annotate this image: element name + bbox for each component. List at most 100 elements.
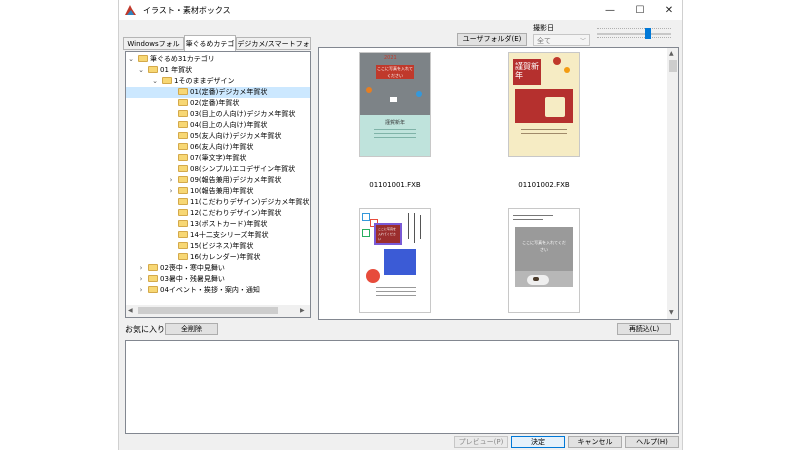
thumbnail-greeting: 謹賀新年 (384, 120, 405, 126)
chevron-right-icon[interactable]: › (167, 186, 175, 197)
folder-icon (138, 55, 148, 62)
tree-item-label: 13(ポストカード)年賀状 (190, 220, 268, 228)
tree-item[interactable]: 13(ポストカード)年賀状 (126, 219, 310, 230)
tree-item-label: 筆ぐるめ31カテゴリ (150, 55, 215, 63)
tree-item[interactable]: ⌄ 筆ぐるめ31カテゴリ (126, 54, 310, 65)
ok-button[interactable]: 決定 (511, 436, 565, 448)
folder-icon (178, 121, 188, 128)
chevron-right-icon[interactable]: › (137, 274, 145, 285)
tree-item[interactable]: 16(カレンダー)年賀状 (126, 252, 310, 263)
thumbnail-caption: 01101002.FXB (518, 181, 570, 189)
folder-icon (178, 198, 188, 205)
user-folder-button[interactable]: ユーザフォルダ(E) (457, 33, 527, 46)
chevron-down-icon[interactable]: ⌄ (151, 76, 159, 87)
chevron-right-icon[interactable]: › (167, 175, 175, 186)
tree-item-label: 05(友人向け)デジカメ年賀状 (190, 132, 282, 140)
date-select-value: 全て (537, 37, 551, 45)
cancel-button[interactable]: キャンセル (568, 436, 622, 448)
tree-item-label: 03(目上の人向け)デジカメ年賀状 (190, 110, 296, 118)
folder-icon (148, 264, 158, 271)
tree-item-label: 04(目上の人向け)年賀状 (190, 121, 268, 129)
minimize-button[interactable]: — (595, 0, 625, 20)
category-tree: ⌄ 筆ぐるめ31カテゴリ ⌄ 01 年賀状 ⌄ 1そのままデザイン 01(定番)デジカメ年賀… (125, 51, 311, 318)
tree-item-label: 10(報告兼用)年賀状 (190, 187, 254, 195)
scroll-up-icon[interactable]: ▲ (669, 50, 674, 57)
tree-item-label: 12(こだわりデザイン)年賀状 (190, 209, 282, 217)
folder-icon (178, 253, 188, 260)
chevron-down-icon[interactable]: ⌄ (137, 65, 145, 76)
tree-item-label: 1そのままデザイン (174, 77, 235, 85)
thumbnail-year: 2021 (384, 55, 397, 61)
tree-item[interactable]: › 02喪中・寒中見舞い (126, 263, 310, 274)
reload-button[interactable]: 再読込(L) (617, 323, 671, 335)
thumbnail-card[interactable]: ここに写真を入れてください (508, 208, 580, 313)
tree-item-label: 03暑中・残暑見舞い (160, 275, 225, 283)
tree-item[interactable]: 02(定番)年賀状 (126, 98, 310, 109)
scroll-right-icon[interactable]: ▶ (300, 307, 305, 314)
photo-placeholder-text: ここに写真を入れてください (376, 65, 414, 79)
maximize-button[interactable]: ☐ (625, 0, 655, 20)
tree-item[interactable]: 04(目上の人向け)年賀状 (126, 120, 310, 131)
tree-item[interactable]: 01(定番)デジカメ年賀状 (126, 87, 310, 98)
tree-item-label: 04イベント・挨拶・案内・通知 (160, 286, 260, 294)
tree-item[interactable]: 15(ビジネス)年賀状 (126, 241, 310, 252)
title-bar: イラスト・素材ボックス — ☐ ✕ (119, 0, 682, 20)
tree-item[interactable]: › 04イベント・挨拶・案内・通知 (126, 285, 310, 296)
tree-item-label: 01(定番)デジカメ年賀状 (190, 88, 268, 96)
tree-item[interactable]: 06(友人向け)年賀状 (126, 142, 310, 153)
thumbnail-vertical-scrollbar[interactable]: ▲ ▼ (667, 48, 678, 319)
tree-horizontal-scrollbar[interactable]: ◀ ▶ (126, 305, 310, 317)
tree-item[interactable]: 05(友人向け)デジカメ年賀状 (126, 131, 310, 142)
date-label: 撮影日 (533, 24, 554, 32)
tree-item-label: 08(シンプル)エコデザイン年賀状 (190, 165, 296, 173)
folder-icon (178, 99, 188, 106)
date-select[interactable]: 全て ﹀ (533, 34, 590, 46)
thumbnail-card[interactable]: 謹賀新年 (508, 52, 580, 157)
preview-button[interactable]: プレビュー(P) (454, 436, 508, 448)
tree-item[interactable]: 07(筆文字)年賀状 (126, 153, 310, 164)
tree-item[interactable]: 14十二支シリーズ年賀状 (126, 230, 310, 241)
chevron-right-icon[interactable]: › (137, 263, 145, 274)
folder-icon (178, 187, 188, 194)
scroll-down-icon[interactable]: ▼ (669, 309, 674, 316)
close-button[interactable]: ✕ (654, 0, 682, 20)
help-button[interactable]: ヘルプ(H) (625, 436, 679, 448)
tree-item-label: 16(カレンダー)年賀状 (190, 253, 261, 261)
tree-item-label: 14十二支シリーズ年賀状 (190, 231, 269, 239)
thumbnail-size-slider[interactable] (597, 25, 671, 39)
tree-item[interactable]: ⌄ 1そのままデザイン (126, 76, 310, 87)
thumbnail-card[interactable]: ここに写真を入れてください (359, 208, 431, 313)
folder-icon (162, 77, 172, 84)
app-window: イラスト・素材ボックス — ☐ ✕ Windowsフォルダ 筆ぐるめカテゴリ デ… (118, 0, 683, 450)
folder-icon (178, 220, 188, 227)
tree-item[interactable]: › 10(報告兼用)年賀状 (126, 186, 310, 197)
tree-item[interactable]: › 03暑中・残暑見舞い (126, 274, 310, 285)
chevron-right-icon[interactable]: › (137, 285, 145, 296)
tree-item-label: 06(友人向け)年賀状 (190, 143, 254, 151)
thumbnail-card[interactable]: 2021 ここに写真を入れてください 謹賀新年 (359, 52, 431, 157)
folder-icon (178, 209, 188, 216)
folder-icon (178, 231, 188, 238)
tree-item[interactable]: 08(シンプル)エコデザイン年賀状 (126, 164, 310, 175)
favorites-list[interactable] (125, 340, 679, 434)
tree-item[interactable]: ⌄ 01 年賀状 (126, 65, 310, 76)
scrollbar-thumb[interactable] (669, 60, 677, 72)
scroll-left-icon[interactable]: ◀ (128, 307, 133, 314)
chevron-down-icon: ﹀ (579, 38, 586, 45)
folder-icon (178, 176, 188, 183)
scrollbar-thumb[interactable] (138, 307, 278, 314)
tree-item[interactable]: › 09(報告兼用)デジカメ年賀状 (126, 175, 310, 186)
maximize-icon: ☐ (635, 4, 645, 16)
tree-item[interactable]: 11(こだわりデザイン)デジカメ年賀状 (126, 197, 310, 208)
clear-all-button[interactable]: 全削除 (165, 323, 218, 335)
thumbnail-grid: 2021 ここに写真を入れてください 謹賀新年 01101001.FXB 謹賀新… (318, 47, 679, 320)
slider-thumb[interactable] (645, 28, 651, 39)
tree-item[interactable]: 12(こだわりデザイン)年賀状 (126, 208, 310, 219)
folder-icon (148, 286, 158, 293)
tab-fudegurume-category[interactable]: 筆ぐるめカテゴリ (184, 35, 236, 64)
tree-item-label: 07(筆文字)年賀状 (190, 154, 247, 162)
chevron-down-icon[interactable]: ⌄ (127, 54, 135, 65)
tab-windows-folder[interactable]: Windowsフォルダ (123, 37, 184, 61)
tree-item[interactable]: 03(目上の人向け)デジカメ年賀状 (126, 109, 310, 120)
tab-digicam-smartphone[interactable]: デジカメ/スマートフォン (236, 37, 311, 61)
